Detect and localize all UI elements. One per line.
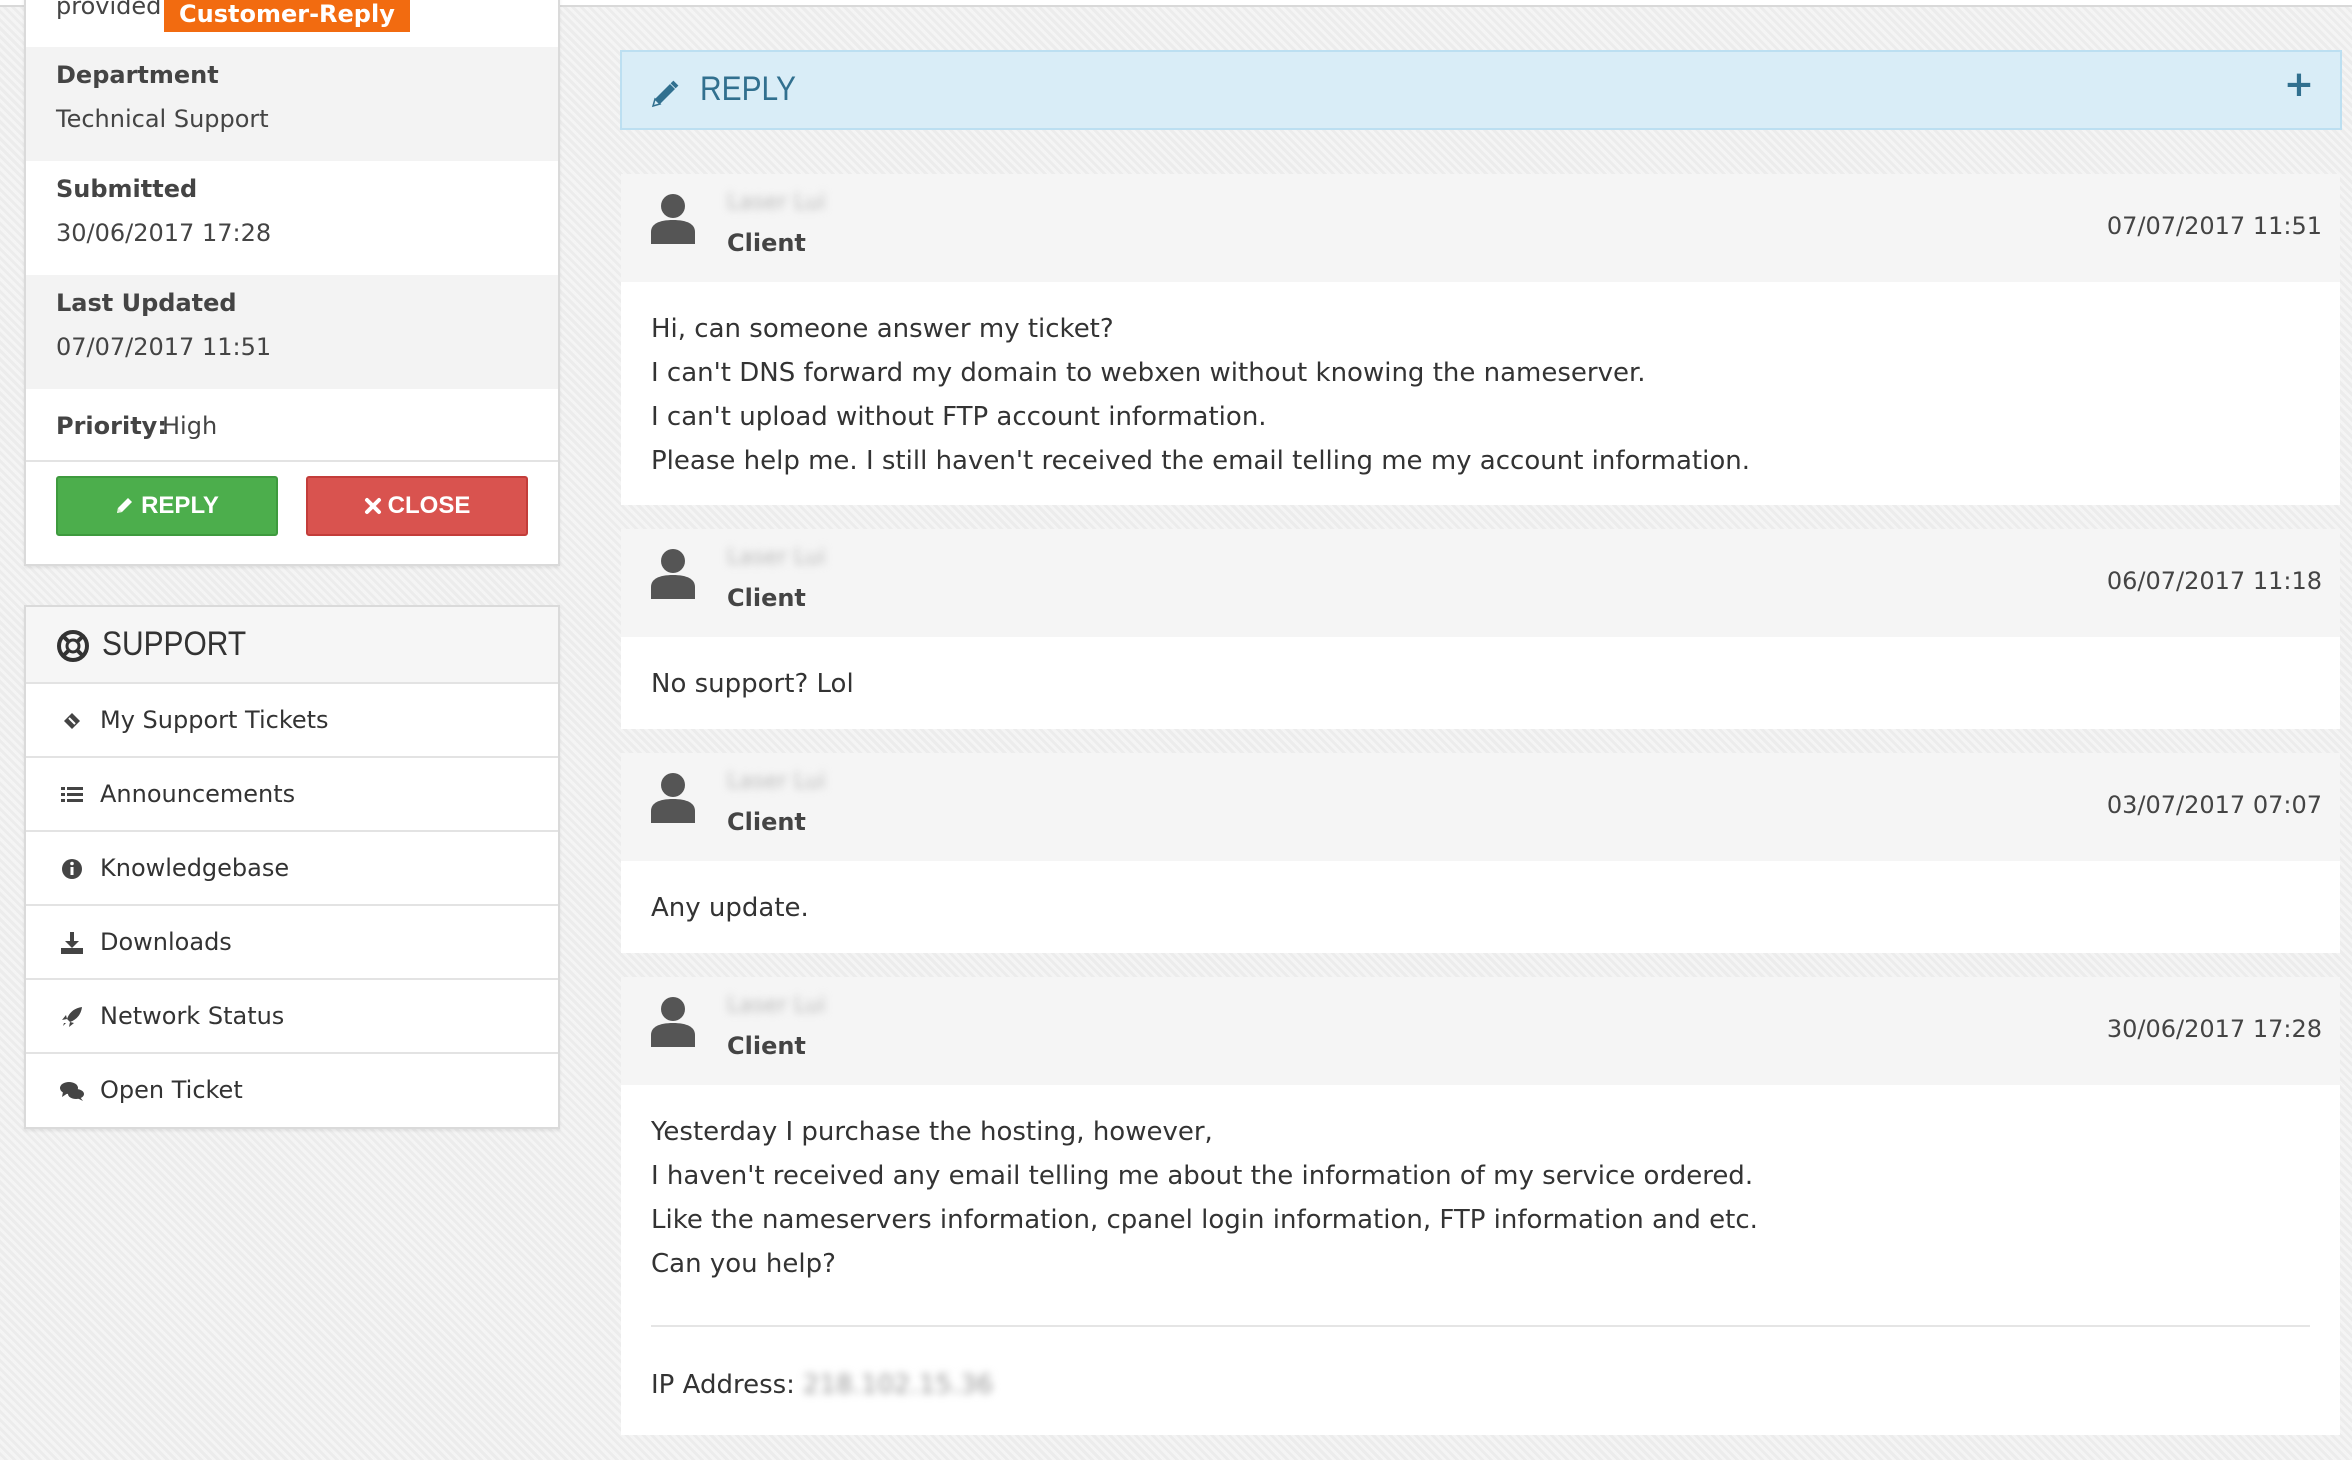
message-line: I can't upload without FTP account infor… [651, 402, 1267, 432]
user-avatar-icon [649, 192, 697, 248]
message-line: Hi, can someone answer my ticket? [651, 314, 1114, 344]
message-date: 30/06/2017 17:28 [2106, 1015, 2322, 1043]
nav-label: Network Status [100, 1002, 285, 1030]
message-line: I haven't received any email telling me … [651, 1161, 1754, 1191]
message-body: Hi, can someone answer my ticket? I can'… [621, 282, 2340, 483]
last-updated-value: 07/07/2017 11:51 [56, 333, 272, 361]
department-value: Technical Support [56, 105, 269, 133]
pencil-icon [650, 79, 680, 113]
nav-label: My Support Tickets [100, 706, 329, 734]
rocket-icon [60, 1005, 84, 1029]
ticket-info-panel: provided Customer-Reply Department Techn… [24, 0, 560, 566]
nav-label: Knowledgebase [100, 854, 290, 882]
priority-value: High [162, 412, 218, 440]
ticket-message: Laser Lui Client 07/07/2017 11:51 Hi, ca… [621, 174, 2340, 505]
message-role: Client [727, 1032, 806, 1060]
ticket-status-row: provided Customer-Reply [26, 0, 558, 47]
reply-panel-header[interactable]: REPLY + [620, 50, 2342, 130]
ip-address-row: IP Address: 218.102.15.36 [651, 1370, 993, 1400]
department-label: Department [56, 61, 219, 89]
last-updated-label: Last Updated [56, 289, 237, 317]
user-avatar-icon [649, 547, 697, 603]
message-header: Laser Lui Client 06/07/2017 11:18 [621, 529, 2340, 637]
ticket-icon [60, 709, 84, 733]
message-role: Client [727, 808, 806, 836]
message-line: Any update. [651, 893, 809, 923]
message-body: Yesterday I purchase the hosting, howeve… [621, 1085, 2340, 1286]
message-date: 06/07/2017 11:18 [2106, 567, 2322, 595]
message-header: Laser Lui Client 07/07/2017 11:51 [621, 174, 2340, 282]
message-body: Any update. [621, 861, 2340, 930]
message-line: I can't DNS forward my domain to webxen … [651, 358, 1646, 388]
submitted-label: Submitted [56, 175, 198, 203]
divider [651, 1325, 2310, 1327]
ip-address-label: IP Address: [651, 1370, 795, 1400]
close-ticket-button[interactable]: CLOSE [306, 476, 528, 536]
ticket-message: Laser Lui Client 06/07/2017 11:18 No sup… [621, 529, 2340, 729]
department-row: Department Technical Support [26, 47, 558, 161]
message-author: Laser Lui [727, 545, 826, 570]
message-line: Please help me. I still haven't received… [651, 446, 1750, 476]
nav-knowledgebase[interactable]: Knowledgebase [26, 832, 558, 906]
message-header: Laser Lui Client 03/07/2017 07:07 [621, 753, 2340, 861]
message-role: Client [727, 584, 806, 612]
nav-open-ticket[interactable]: Open Ticket [26, 1054, 558, 1128]
message-date: 03/07/2017 07:07 [2106, 791, 2322, 819]
ticket-message: Laser Lui Client 03/07/2017 07:07 Any up… [621, 753, 2340, 953]
nav-my-support-tickets[interactable]: My Support Tickets [26, 684, 558, 758]
nav-label: Downloads [100, 928, 232, 956]
submitted-row: Submitted 30/06/2017 17:28 [26, 161, 558, 275]
ip-address-value: 218.102.15.36 [802, 1370, 994, 1400]
message-author: Laser Lui [727, 769, 826, 794]
message-line: Yesterday I purchase the hosting, howeve… [651, 1117, 1213, 1147]
nav-downloads[interactable]: Downloads [26, 906, 558, 980]
download-icon [60, 931, 84, 955]
message-line: Can you help? [651, 1249, 836, 1279]
close-icon [364, 478, 382, 534]
support-panel: SUPPORT My Support Tickets Announcements… [24, 605, 560, 1129]
support-panel-header: SUPPORT [26, 607, 558, 684]
message-line: No support? Lol [651, 669, 854, 699]
info-circle-icon [60, 857, 84, 881]
reply-button[interactable]: REPLY [56, 476, 278, 536]
priority-label: Priority: [56, 412, 167, 440]
pencil-icon [115, 478, 135, 534]
expand-icon[interactable]: + [2284, 64, 2314, 105]
ticket-message: Laser Lui Client 30/06/2017 17:28 Yester… [621, 977, 2340, 1435]
life-ring-icon [56, 629, 90, 667]
message-header: Laser Lui Client 30/06/2017 17:28 [621, 977, 2340, 1085]
nav-network-status[interactable]: Network Status [26, 980, 558, 1054]
nav-label: Open Ticket [100, 1076, 243, 1104]
comments-icon [60, 1079, 84, 1103]
message-line: Like the nameservers information, cpanel… [651, 1205, 1758, 1235]
user-avatar-icon [649, 995, 697, 1051]
status-badge: Customer-Reply [164, 0, 410, 32]
nav-label: Announcements [100, 780, 296, 808]
nav-announcements[interactable]: Announcements [26, 758, 558, 832]
user-avatar-icon [649, 771, 697, 827]
reply-button-label: REPLY [141, 492, 219, 519]
submitted-value: 30/06/2017 17:28 [56, 219, 272, 247]
list-icon [60, 783, 84, 807]
priority-row: Priority: High [26, 389, 558, 462]
reply-panel-title: REPLY [700, 70, 796, 108]
message-date: 07/07/2017 11:51 [2106, 212, 2322, 240]
message-author: Laser Lui [727, 993, 826, 1018]
message-author: Laser Lui [727, 190, 826, 215]
message-role: Client [727, 229, 806, 257]
status-prefix: provided [56, 0, 162, 20]
last-updated-row: Last Updated 07/07/2017 11:51 [26, 275, 558, 389]
support-title: SUPPORT [102, 625, 247, 663]
close-button-label: CLOSE [387, 492, 471, 519]
message-body: No support? Lol [621, 637, 2340, 706]
